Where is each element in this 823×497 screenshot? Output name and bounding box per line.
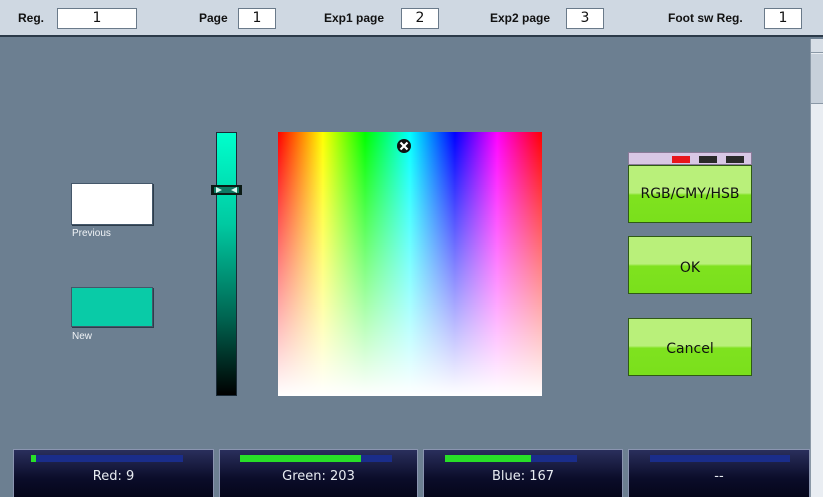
picker-cursor[interactable] — [396, 138, 412, 154]
ok-button[interactable]: OK — [628, 236, 752, 294]
brightness-slider-handle[interactable] — [211, 180, 242, 195]
footsw-reg-field[interactable]: 1 — [764, 8, 802, 29]
green-value-label: Green: 203 — [282, 469, 355, 484]
mode-indicator-rgb — [672, 156, 690, 163]
exp1-page-field[interactable]: 2 — [401, 8, 439, 29]
cancel-button[interactable]: Cancel — [628, 318, 752, 376]
brightness-slider[interactable] — [216, 132, 237, 396]
exp2-page-field[interactable]: 3 — [566, 8, 604, 29]
red-level-fill — [31, 455, 36, 462]
red-value-label: Red: 9 — [92, 469, 135, 484]
mode-indicator-hsb — [726, 156, 744, 163]
blue-level-bar — [445, 455, 577, 462]
green-level-bar — [240, 455, 392, 462]
blue-value-label: Blue: 167 — [491, 469, 555, 484]
new-label: New — [72, 331, 93, 342]
blue-channel-panel[interactable]: Blue: 167 — [423, 449, 623, 497]
hue-saturation-field[interactable] — [278, 132, 542, 396]
scroll-up-button[interactable] — [811, 39, 823, 53]
blue-level-fill — [445, 455, 531, 462]
green-level-fill — [240, 455, 361, 462]
green-channel-panel[interactable]: Green: 203 — [219, 449, 418, 497]
mode-indicator-strip — [628, 152, 752, 165]
color-mode-button[interactable]: RGB/CMY/HSB — [628, 165, 752, 223]
empty-channel-panel[interactable]: -- — [628, 449, 810, 497]
previous-color-swatch — [71, 183, 153, 225]
empty-level-bar — [650, 455, 790, 462]
register-header: Reg. 1 Page 1 Exp1 page 2 Exp2 page 3 Fo… — [0, 0, 823, 37]
empty-channel-label: -- — [714, 469, 724, 484]
page-label: Page — [199, 11, 228, 25]
footsw-reg-label: Foot sw Reg. — [668, 11, 743, 25]
red-channel-panel[interactable]: Red: 9 — [13, 449, 214, 497]
scroll-thumb[interactable] — [811, 54, 823, 104]
reg-field[interactable]: 1 — [57, 8, 137, 29]
exp2-page-label: Exp2 page — [490, 11, 551, 25]
new-color-swatch — [71, 287, 153, 327]
red-level-bar — [31, 455, 183, 462]
vertical-scrollbar[interactable] — [810, 39, 823, 497]
mode-indicator-cmy — [699, 156, 717, 163]
slider-handle-icon — [211, 185, 242, 195]
page-field[interactable]: 1 — [238, 8, 276, 29]
previous-label: Previous — [72, 228, 111, 239]
crosshair-cursor-icon — [397, 139, 411, 153]
exp1-page-label: Exp1 page — [324, 11, 385, 25]
reg-label: Reg. — [18, 11, 45, 25]
